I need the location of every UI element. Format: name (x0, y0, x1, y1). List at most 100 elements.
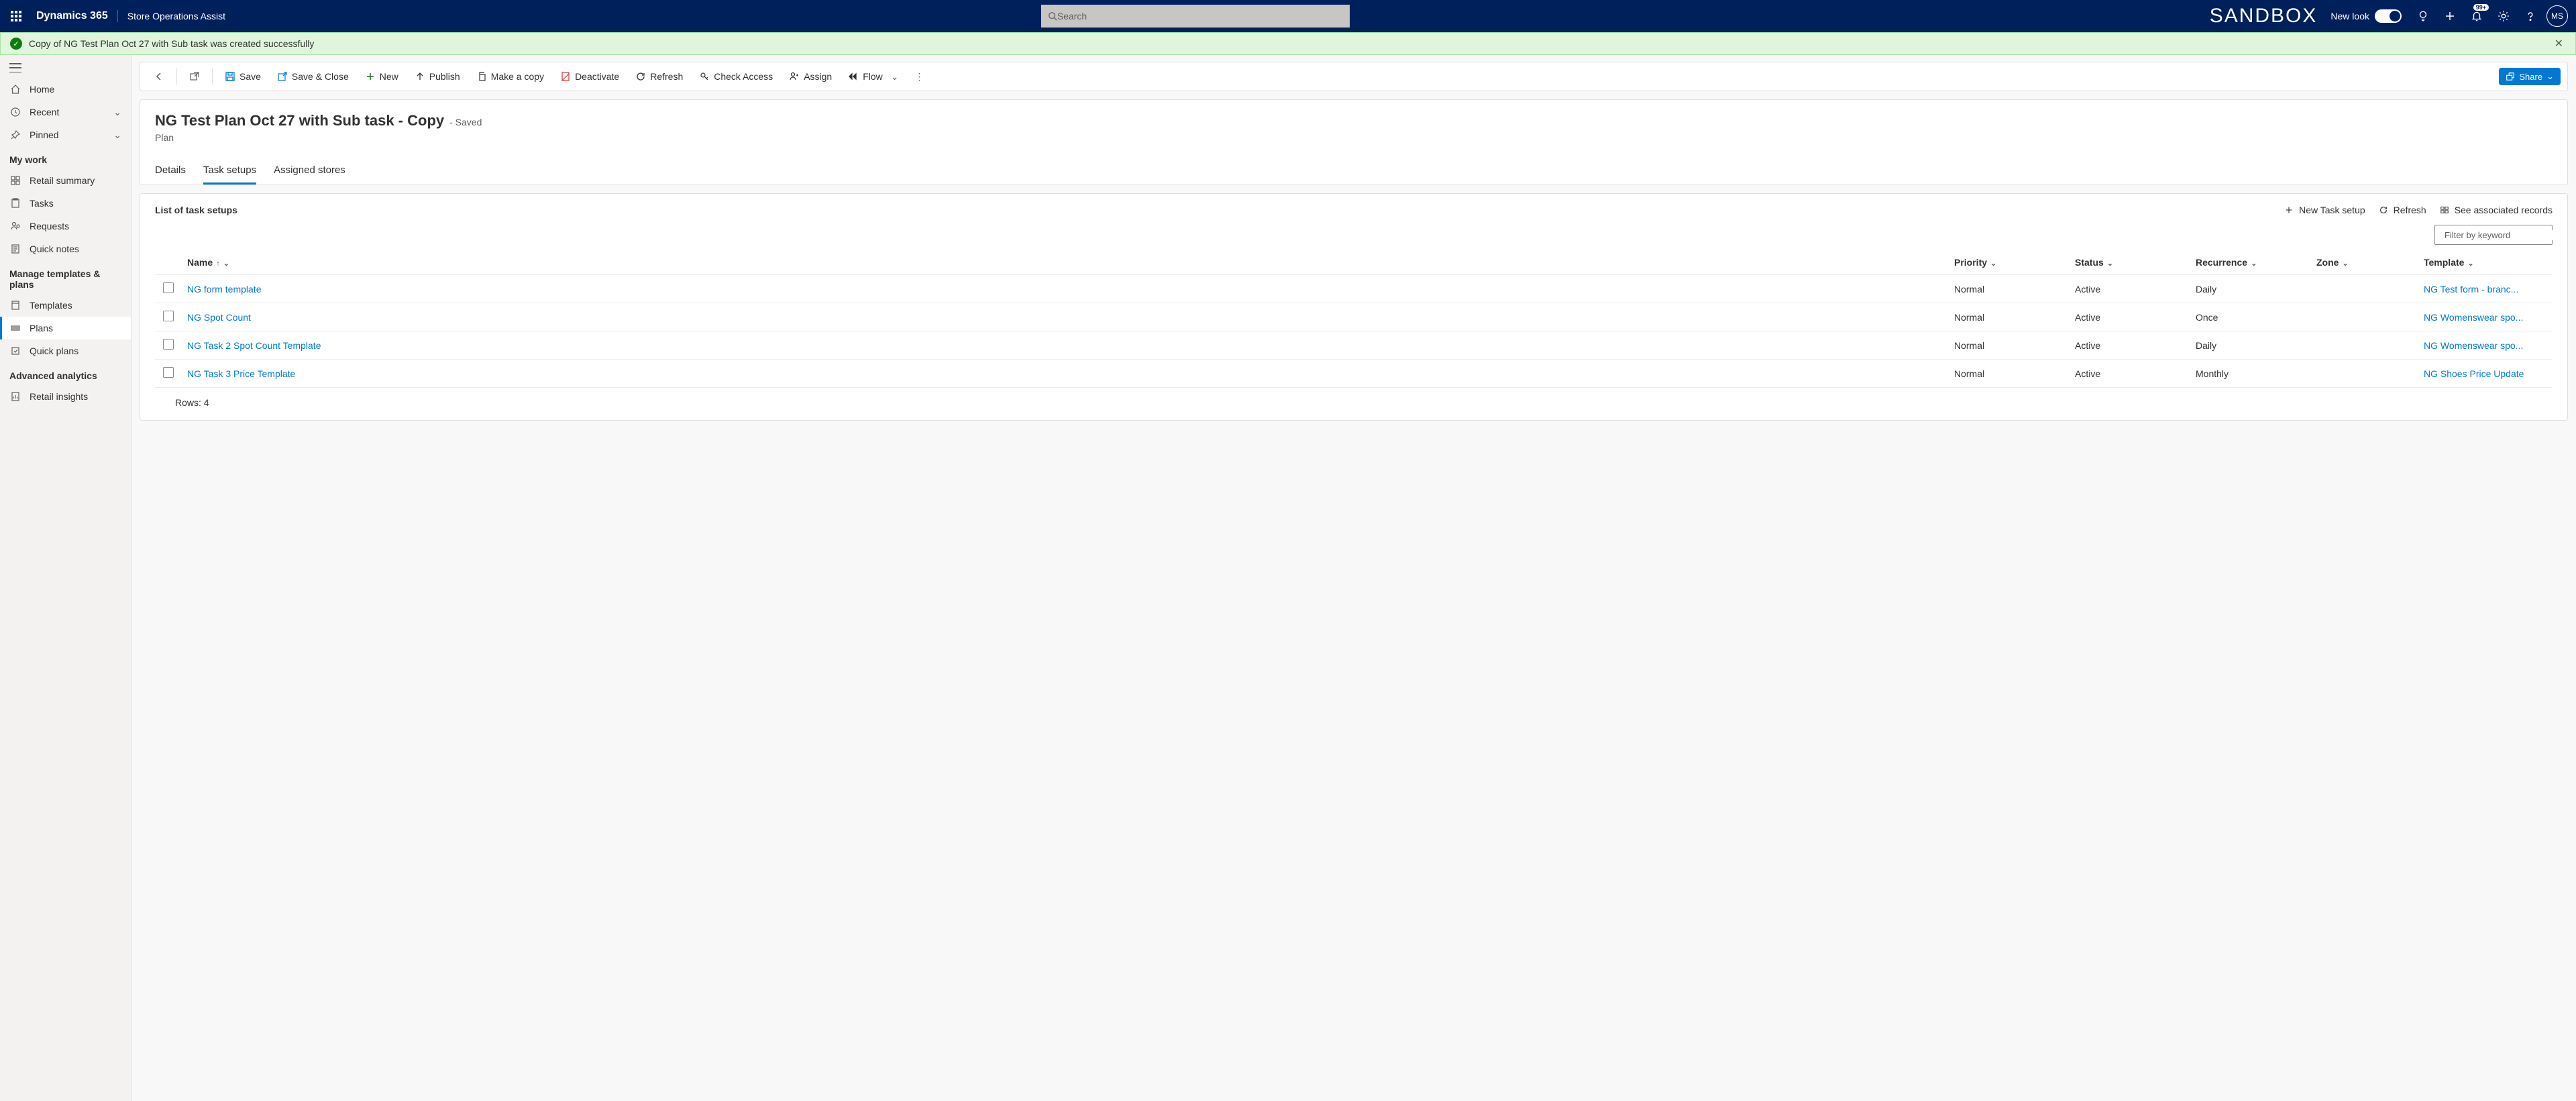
save-button[interactable]: Save (218, 67, 268, 86)
new-look-toggle[interactable]: New look (2330, 9, 2402, 23)
new-button[interactable]: New (358, 67, 405, 86)
share-icon (2506, 72, 2515, 81)
pin-icon (9, 129, 21, 141)
refresh-button[interactable]: Refresh (629, 67, 690, 86)
see-associated-button[interactable]: See associated records (2440, 205, 2553, 215)
make-copy-button[interactable]: Make a copy (470, 67, 551, 86)
nav-quick-notes[interactable]: Quick notes (0, 238, 131, 260)
deactivate-icon (560, 71, 571, 82)
col-priority[interactable]: Priority ⌄ (1949, 250, 2070, 275)
publish-button[interactable]: Publish (408, 67, 467, 86)
row-template-link[interactable]: NG Shoes Price Update (2424, 368, 2524, 379)
nav-section-mywork: My work (0, 146, 131, 169)
idea-button[interactable] (2410, 0, 2436, 32)
nav-label: Retail insights (30, 391, 88, 402)
user-avatar[interactable]: MS (2546, 5, 2568, 27)
row-template-link[interactable]: NG Test form - branc... (2424, 284, 2518, 295)
row-template-link[interactable]: NG Womenswear spo... (2424, 340, 2523, 351)
form-tabs: Details Task setups Assigned stores (155, 158, 2553, 185)
chevron-down-icon: ⌄ (113, 129, 121, 141)
nav-label: Retail summary (30, 175, 95, 186)
new-look-label: New look (2330, 11, 2369, 21)
row-name-link[interactable]: NG Task 2 Spot Count Template (187, 340, 321, 351)
home-icon (9, 83, 21, 95)
filter-input[interactable] (2445, 230, 2563, 240)
assign-icon (789, 71, 800, 82)
lightbulb-icon (2417, 10, 2429, 22)
row-priority: Normal (1949, 303, 2070, 331)
main-content: Save Save & Close New Publish Make a cop… (131, 55, 2576, 1101)
deactivate-button[interactable]: Deactivate (553, 67, 626, 86)
row-priority: Normal (1949, 360, 2070, 388)
row-template-link[interactable]: NG Womenswear spo... (2424, 312, 2523, 323)
clock-icon (9, 106, 21, 118)
col-template[interactable]: Template ⌄ (2418, 250, 2553, 275)
more-vertical-icon: ⋮ (915, 71, 924, 83)
nav-tasks[interactable]: Tasks (0, 192, 131, 215)
help-button[interactable] (2517, 0, 2544, 32)
table-row[interactable]: NG Spot CountNormalActiveOnceNG Womenswe… (155, 303, 2553, 331)
tab-details[interactable]: Details (155, 158, 186, 185)
sidebar-toggle[interactable] (9, 63, 21, 72)
row-name-link[interactable]: NG form template (187, 284, 261, 295)
check-access-button[interactable]: Check Access (692, 67, 780, 86)
row-recurrence: Once (2190, 303, 2311, 331)
tab-assigned-stores[interactable]: Assigned stores (274, 158, 345, 185)
insights-icon (9, 390, 21, 403)
close-notification-button[interactable]: ✕ (2552, 34, 2566, 53)
assign-button[interactable]: Assign (782, 67, 839, 86)
global-search[interactable] (1041, 5, 1350, 28)
row-checkbox[interactable] (163, 311, 174, 321)
grid-refresh-button[interactable]: Refresh (2379, 205, 2426, 215)
app-launcher[interactable] (5, 5, 27, 27)
row-checkbox[interactable] (163, 339, 174, 350)
toggle-switch-icon (2375, 9, 2402, 23)
product-brand[interactable]: Dynamics 365 (27, 10, 118, 22)
row-recurrence: Daily (2190, 331, 2311, 360)
settings-button[interactable] (2490, 0, 2517, 32)
overflow-button[interactable]: ⋮ (908, 67, 930, 87)
chevron-down-icon: ⌄ (2105, 260, 2113, 268)
row-name-link[interactable]: NG Task 3 Price Template (187, 368, 295, 379)
tab-task-setups[interactable]: Task setups (203, 158, 256, 185)
nav-label: Pinned (30, 129, 59, 140)
row-recurrence: Daily (2190, 275, 2311, 303)
copy-icon (476, 71, 487, 82)
nav-retail-insights[interactable]: Retail insights (0, 385, 131, 408)
save-close-button[interactable]: Save & Close (270, 67, 356, 86)
col-recurrence[interactable]: Recurrence ⌄ (2190, 250, 2311, 275)
notifications-button[interactable]: 99+ (2463, 0, 2490, 32)
col-name[interactable]: Name ↑ ⌄ (182, 250, 1949, 275)
col-zone[interactable]: Zone ⌄ (2311, 250, 2418, 275)
table-row[interactable]: NG Task 2 Spot Count TemplateNormalActiv… (155, 331, 2553, 360)
nav-label: Requests (30, 221, 69, 231)
nav-requests[interactable]: Requests (0, 215, 131, 238)
nav-section-analytics: Advanced analytics (0, 362, 131, 385)
add-button[interactable] (2436, 0, 2463, 32)
task-setups-grid: List of task setups New Task setup Refre… (140, 193, 2568, 421)
filter-box[interactable] (2434, 225, 2553, 245)
back-button[interactable] (147, 67, 171, 86)
col-status[interactable]: Status ⌄ (2070, 250, 2190, 275)
row-checkbox[interactable] (163, 367, 174, 378)
nav-templates[interactable]: Templates (0, 294, 131, 317)
nav-pinned[interactable]: Pinned ⌄ (0, 123, 131, 146)
share-button[interactable]: Share ⌄ (2499, 68, 2561, 85)
nav-home[interactable]: Home (0, 78, 131, 101)
table-row[interactable]: NG Task 3 Price TemplateNormalActiveMont… (155, 360, 2553, 388)
nav-plans[interactable]: Plans (0, 317, 131, 339)
plus-icon (2445, 11, 2455, 21)
search-input[interactable] (1057, 11, 1343, 21)
nav-retail-summary[interactable]: Retail summary (0, 169, 131, 192)
chevron-down-icon: ⌄ (891, 71, 899, 83)
table-row[interactable]: NG form templateNormalActiveDailyNG Test… (155, 275, 2553, 303)
row-count: Rows: 4 (155, 397, 2553, 408)
nav-quick-plans[interactable]: Quick plans (0, 339, 131, 362)
row-name-link[interactable]: NG Spot Count (187, 312, 251, 323)
row-checkbox[interactable] (163, 282, 174, 293)
nav-recent[interactable]: Recent ⌄ (0, 101, 131, 123)
row-recurrence: Monthly (2190, 360, 2311, 388)
open-new-window-button[interactable] (182, 67, 207, 86)
new-task-setup-button[interactable]: New Task setup (2284, 205, 2365, 215)
flow-button[interactable]: Flow⌄ (841, 67, 905, 87)
